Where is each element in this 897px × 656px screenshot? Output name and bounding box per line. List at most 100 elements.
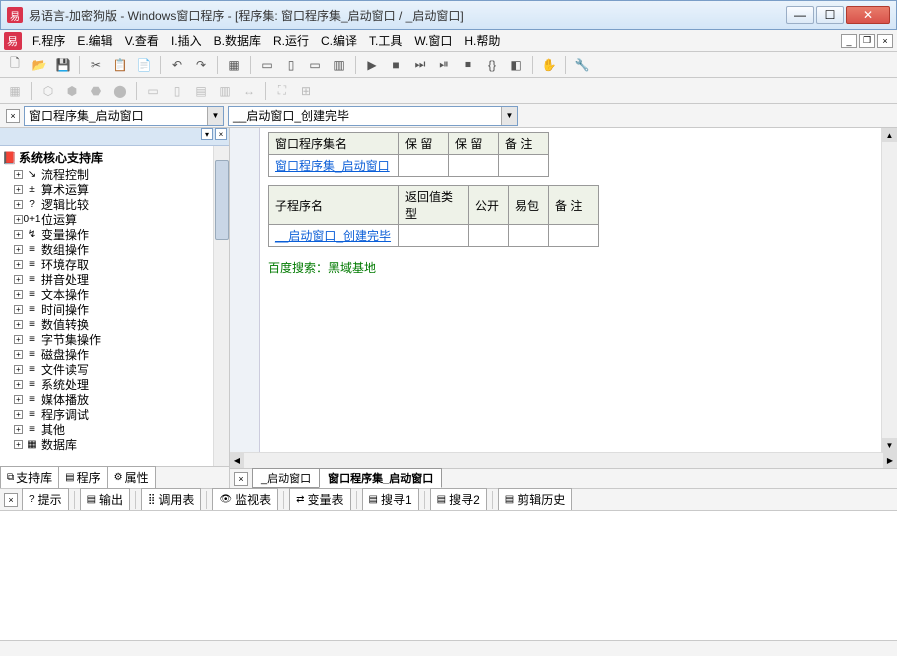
expand-icon[interactable]: + <box>14 425 23 434</box>
layout-button-14[interactable]: ⊞ <box>295 80 317 102</box>
output-panel[interactable] <box>0 510 897 640</box>
layout-button-11[interactable]: ↔ <box>238 80 260 102</box>
layout-button-10[interactable]: ▥ <box>214 80 236 102</box>
navigator-close-button[interactable]: × <box>6 109 20 123</box>
toolbar-button-14[interactable]: ▯ <box>280 54 302 76</box>
scrollbar-thumb[interactable] <box>215 160 229 240</box>
menu-view[interactable]: V.查看 <box>119 30 165 51</box>
scroll-left-icon[interactable]: ◀ <box>230 453 244 468</box>
toolbar-button-4[interactable]: ✂ <box>85 54 107 76</box>
maximize-button[interactable]: ☐ <box>816 6 844 24</box>
expand-icon[interactable]: + <box>14 380 23 389</box>
tree-node-4[interactable]: +↯变量操作 <box>2 227 227 242</box>
expand-icon[interactable]: + <box>14 440 23 449</box>
toolbar-button-23[interactable]: {} <box>481 54 503 76</box>
menu-help[interactable]: H.帮助 <box>458 30 506 51</box>
lib-tab-1[interactable]: ▤程序 <box>58 466 107 488</box>
expand-icon[interactable]: + <box>14 185 23 194</box>
expand-icon[interactable]: + <box>14 170 23 179</box>
mdi-restore-button[interactable]: ❐ <box>859 34 875 48</box>
chevron-down-icon[interactable]: ▼ <box>207 107 223 125</box>
library-tree[interactable]: 📕 系统核心支持库 +↘流程控制+±算术运算+?逻辑比较+0+1位运算+↯变量操… <box>0 146 229 466</box>
code-body[interactable]: ↓ 窗口程序集名 保 留 保 留 备 注 窗口程序集_启动窗口 <box>260 128 881 452</box>
tab-start-window[interactable]: _启动窗口 <box>252 468 320 488</box>
tree-node-14[interactable]: +≡系统处理 <box>2 377 227 392</box>
menu-tools[interactable]: T.工具 <box>363 30 408 51</box>
expand-icon[interactable]: + <box>14 365 23 374</box>
output-tab-0[interactable]: ?提示 <box>22 488 69 511</box>
expand-icon[interactable]: + <box>14 230 23 239</box>
output-tab-7[interactable]: ▤剪辑历史 <box>498 488 572 511</box>
expand-icon[interactable]: + <box>14 395 23 404</box>
tree-node-2[interactable]: +?逻辑比较 <box>2 197 227 212</box>
output-tab-6[interactable]: ▤搜寻2 <box>430 488 487 511</box>
module-link[interactable]: 窗口程序集_启动窗口 <box>275 159 390 173</box>
tree-node-6[interactable]: +≡环境存取 <box>2 257 227 272</box>
tree-node-10[interactable]: +≡数值转换 <box>2 317 227 332</box>
expand-icon[interactable]: + <box>14 260 23 269</box>
menu-window[interactable]: W.窗口 <box>408 30 458 51</box>
output-tab-3[interactable]: 👁监视表 <box>212 488 278 511</box>
layout-button-3[interactable]: ⬢ <box>61 80 83 102</box>
table-row[interactable]: __启动窗口_创建完毕 <box>269 225 599 247</box>
toolbar-button-24[interactable]: ◧ <box>505 54 527 76</box>
editor-v-scrollbar[interactable]: ▲ ▼ <box>881 128 897 452</box>
layout-button-8[interactable]: ▯ <box>166 80 188 102</box>
tree-node-18[interactable]: +▦数据库 <box>2 437 227 452</box>
lib-tab-2[interactable]: ⚙属性 <box>107 466 156 488</box>
toolbar-button-26[interactable]: ✋ <box>538 54 560 76</box>
toolbar-button-11[interactable]: ▦ <box>223 54 245 76</box>
toolbar-button-9[interactable]: ↷ <box>190 54 212 76</box>
toolbar-button-18[interactable]: ▶ <box>361 54 383 76</box>
tree-node-17[interactable]: +≡其他 <box>2 422 227 437</box>
layout-button-0[interactable]: ▦ <box>4 80 26 102</box>
table-row[interactable]: 窗口程序集_启动窗口 <box>269 155 549 177</box>
layout-button-13[interactable]: ⛶ <box>271 80 293 102</box>
toolbar-button-6[interactable]: 📄 <box>133 54 155 76</box>
tree-node-12[interactable]: +≡磁盘操作 <box>2 347 227 362</box>
editor-tab-close-button[interactable]: × <box>234 472 248 486</box>
mdi-close-button[interactable]: × <box>877 34 893 48</box>
close-button[interactable]: ✕ <box>846 6 890 24</box>
toolbar-button-20[interactable]: ⏭ <box>409 54 431 76</box>
menu-edit[interactable]: E.编辑 <box>71 30 118 51</box>
layout-button-5[interactable]: ⬤ <box>109 80 131 102</box>
layout-button-2[interactable]: ⬡ <box>37 80 59 102</box>
output-tab-4[interactable]: ⇄变量表 <box>289 488 350 511</box>
toolbar-button-22[interactable]: ⏹ <box>457 54 479 76</box>
toolbar-button-2[interactable]: 💾 <box>52 54 74 76</box>
output-tab-2[interactable]: ⣿调用表 <box>141 488 201 511</box>
toolbar-button-19[interactable]: ■ <box>385 54 407 76</box>
procedure-combo[interactable]: __启动窗口_创建完毕 ▼ <box>228 106 518 126</box>
toolbar-button-21[interactable]: ⏯ <box>433 54 455 76</box>
output-tab-1[interactable]: ▤输出 <box>80 488 130 511</box>
expand-icon[interactable]: + <box>14 305 23 314</box>
toolbar-button-0[interactable]: 🗋 <box>4 54 26 76</box>
expand-icon[interactable]: + <box>14 275 23 284</box>
expand-icon[interactable]: + <box>14 335 23 344</box>
tree-node-11[interactable]: +≡字节集操作 <box>2 332 227 347</box>
mdi-minimize-button[interactable]: _ <box>841 34 857 48</box>
scroll-down-icon[interactable]: ▼ <box>882 438 897 452</box>
toolbar-button-5[interactable]: 📋 <box>109 54 131 76</box>
toolbar-button-28[interactable]: 🔧 <box>571 54 593 76</box>
tree-node-9[interactable]: +≡时间操作 <box>2 302 227 317</box>
tree-node-3[interactable]: +0+1位运算 <box>2 212 227 227</box>
output-tab-5[interactable]: ▤搜寻1 <box>362 488 419 511</box>
expand-icon[interactable]: + <box>14 200 23 209</box>
toolbar-button-8[interactable]: ↶ <box>166 54 188 76</box>
module-combo[interactable]: 窗口程序集_启动窗口 ▼ <box>24 106 224 126</box>
expand-icon[interactable]: + <box>14 350 23 359</box>
expand-icon[interactable]: + <box>14 245 23 254</box>
layout-button-7[interactable]: ▭ <box>142 80 164 102</box>
output-close-button[interactable]: × <box>4 493 18 507</box>
expand-icon[interactable]: + <box>14 320 23 329</box>
menu-database[interactable]: B.数据库 <box>208 30 267 51</box>
tree-node-5[interactable]: +≡数组操作 <box>2 242 227 257</box>
toolbar-button-16[interactable]: ▥ <box>328 54 350 76</box>
scroll-up-icon[interactable]: ▲ <box>882 128 897 142</box>
lib-tab-0[interactable]: ⧉支持库 <box>0 466 59 488</box>
tree-node-13[interactable]: +≡文件读写 <box>2 362 227 377</box>
tree-node-1[interactable]: +±算术运算 <box>2 182 227 197</box>
dock-pin-button[interactable]: ▾ <box>201 128 213 140</box>
